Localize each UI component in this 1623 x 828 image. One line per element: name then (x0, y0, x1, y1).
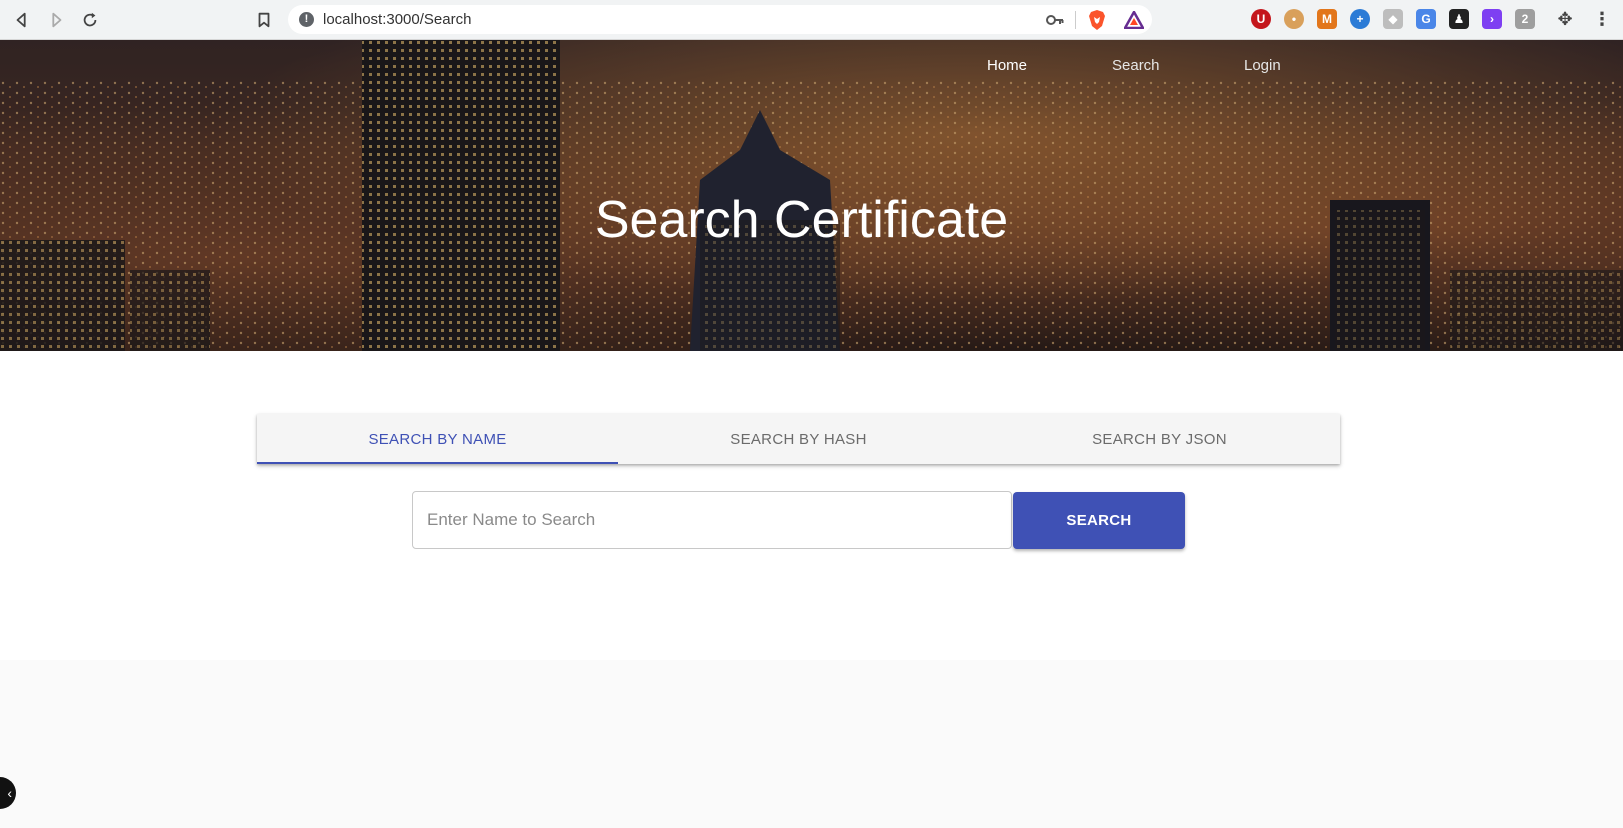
search-button[interactable]: SEARCH (1013, 492, 1185, 549)
tab-search-by-hash[interactable]: SEARCH BY HASH (618, 414, 979, 464)
tab-search-by-json[interactable]: SEARCH BY JSON (979, 414, 1340, 464)
puzzle-icon[interactable]: ✥ (1555, 9, 1575, 29)
page-title: Search Certificate (0, 190, 1623, 250)
cookie-icon[interactable]: • (1284, 9, 1304, 29)
address-separator (1075, 11, 1076, 29)
incognito-extension-icon[interactable]: ♟ (1449, 9, 1469, 29)
site-info-icon[interactable]: ! (299, 12, 314, 27)
ublock-icon[interactable]: U (1251, 9, 1271, 29)
address-bar[interactable]: ! localhost:3000/Search (288, 5, 1152, 34)
ethereum-icon[interactable]: ◆ (1383, 9, 1403, 29)
search-tabs: SEARCH BY NAME SEARCH BY HASH SEARCH BY … (257, 414, 1340, 464)
nav-home-link[interactable]: Home (987, 57, 1027, 74)
tab-search-by-name[interactable]: SEARCH BY NAME (257, 414, 618, 464)
key-icon[interactable] (1046, 12, 1064, 28)
brave-shields-icon[interactable] (1088, 10, 1106, 30)
nav-login-link[interactable]: Login (1244, 57, 1281, 74)
collapse-icon[interactable]: ‹ (0, 777, 16, 809)
active-tab-indicator (257, 462, 618, 464)
more-menu-icon[interactable]: ⋮ (1592, 9, 1612, 29)
dapp-icon[interactable]: + (1350, 9, 1370, 29)
search-panel: SEARCH BY NAME SEARCH BY HASH SEARCH BY … (0, 351, 1623, 660)
google-translate-icon[interactable]: G (1416, 9, 1436, 29)
name-search-input[interactable] (412, 491, 1012, 549)
top-navigation: Home Search Login (0, 57, 1623, 87)
nav-search-link[interactable]: Search (1112, 57, 1160, 74)
reload-icon[interactable] (78, 8, 102, 32)
page-title-text: Search Certificate (594, 191, 1009, 249)
back-icon[interactable] (10, 8, 34, 32)
hero-banner: Home Search Login Search Certificate (0, 40, 1623, 351)
forward-icon[interactable] (44, 8, 68, 32)
grey-extension-icon[interactable]: 2 (1515, 9, 1535, 29)
metamask-icon[interactable]: M (1317, 9, 1337, 29)
terminal-extension-icon[interactable]: › (1482, 9, 1502, 29)
bookmark-icon[interactable] (252, 8, 276, 32)
url-text[interactable]: localhost:3000/Search (323, 11, 471, 28)
browser-toolbar: ! localhost:3000/Search U • M + ◆ G ♟ › … (0, 0, 1623, 40)
brave-rewards-icon[interactable] (1123, 10, 1145, 30)
